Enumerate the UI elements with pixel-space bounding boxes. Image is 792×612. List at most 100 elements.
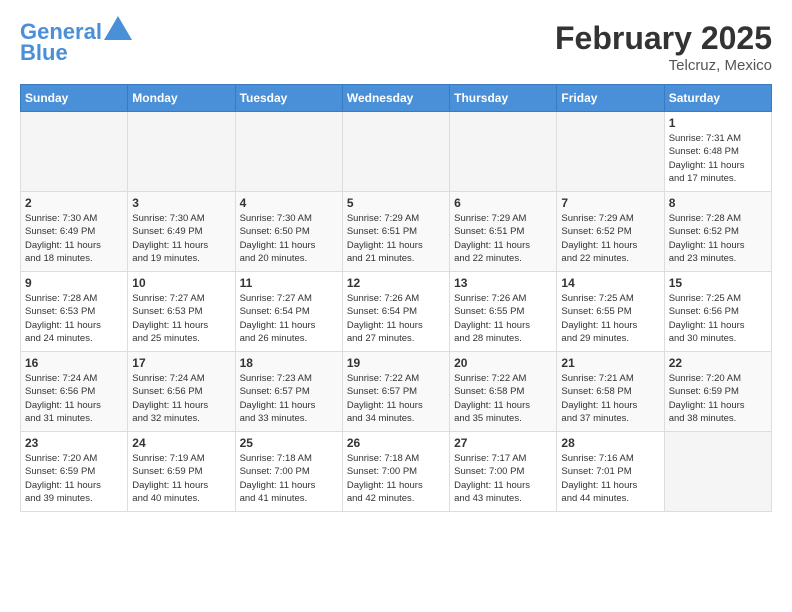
day-number: 20 [454,356,552,370]
calendar-cell: 12Sunrise: 7:26 AM Sunset: 6:54 PM Dayli… [342,272,449,352]
day-number: 5 [347,196,445,210]
calendar-week-row: 2 Sunrise: 7:30 AM Sunset: 6:49 PM Daylig… [21,192,772,272]
day-number: 19 [347,356,445,370]
calendar-cell [21,112,128,192]
day-number: 24 [132,436,230,450]
day-info: Sunrise: 7:29 AM Sunset: 6:52 PM Dayligh… [561,212,659,265]
day-info: Sunrise: 7:16 AM Sunset: 7:01 PM Dayligh… [561,452,659,505]
day-number: 27 [454,436,552,450]
calendar-cell: 7 Sunrise: 7:29 AM Sunset: 6:52 PM Daylig… [557,192,664,272]
calendar-cell: 10 Sunrise: 7:27 AM Sunset: 6:53 PM Dayli… [128,272,235,352]
day-number: 28 [561,436,659,450]
weekday-header-thursday: Thursday [450,85,557,112]
day-info: Sunrise: 7:27 AM Sunset: 6:54 PM Dayligh… [240,292,338,345]
day-info: Sunrise: 7:22 AM Sunset: 6:57 PM Dayligh… [347,372,445,425]
day-number: 4 [240,196,338,210]
day-number: 2 [25,196,123,210]
calendar-cell: 5 Sunrise: 7:29 AM Sunset: 6:51 PM Daylig… [342,192,449,272]
day-number: 12 [347,276,445,290]
calendar-cell: 27 Sunrise: 7:17 AM Sunset: 7:00 PM Dayli… [450,432,557,512]
day-number: 10 [132,276,230,290]
calendar-cell: 26 Sunrise: 7:18 AM Sunset: 7:00 PM Dayli… [342,432,449,512]
calendar-cell: 3 Sunrise: 7:30 AM Sunset: 6:49 PM Daylig… [128,192,235,272]
calendar-week-row: 9 Sunrise: 7:28 AM Sunset: 6:53 PM Daylig… [21,272,772,352]
day-number: 16 [25,356,123,370]
day-number: 23 [25,436,123,450]
calendar-cell: 1 Sunrise: 7:31 AM Sunset: 6:48 PM Daylig… [664,112,771,192]
day-info: Sunrise: 7:22 AM Sunset: 6:58 PM Dayligh… [454,372,552,425]
day-number: 15 [669,276,767,290]
calendar-cell: 11 Sunrise: 7:27 AM Sunset: 6:54 PM Dayli… [235,272,342,352]
calendar-cell [450,112,557,192]
calendar-cell: 17 Sunrise: 7:24 AM Sunset: 6:56 PM Dayli… [128,352,235,432]
calendar-cell: 2 Sunrise: 7:30 AM Sunset: 6:49 PM Daylig… [21,192,128,272]
calendar-cell: 19 Sunrise: 7:22 AM Sunset: 6:57 PM Dayli… [342,352,449,432]
day-info: Sunrise: 7:18 AM Sunset: 7:00 PM Dayligh… [347,452,445,505]
title-area: February 2025 Telcruz, Mexico [555,20,772,74]
day-number: 18 [240,356,338,370]
calendar-table: SundayMondayTuesdayWednesdayThursdayFrid… [20,84,772,512]
day-info: Sunrise: 7:23 AM Sunset: 6:57 PM Dayligh… [240,372,338,425]
calendar-cell: 20 Sunrise: 7:22 AM Sunset: 6:58 PM Dayli… [450,352,557,432]
logo: General Blue [20,20,132,66]
day-info: Sunrise: 7:28 AM Sunset: 6:53 PM Dayligh… [25,292,123,345]
day-info: Sunrise: 7:24 AM Sunset: 6:56 PM Dayligh… [25,372,123,425]
day-info: Sunrise: 7:28 AM Sunset: 6:52 PM Dayligh… [669,212,767,265]
day-info: Sunrise: 7:31 AM Sunset: 6:48 PM Dayligh… [669,132,767,185]
calendar-cell [342,112,449,192]
calendar-week-row: 16 Sunrise: 7:24 AM Sunset: 6:56 PM Dayli… [21,352,772,432]
weekday-header-sunday: Sunday [21,85,128,112]
calendar-cell: 8 Sunrise: 7:28 AM Sunset: 6:52 PM Daylig… [664,192,771,272]
day-number: 3 [132,196,230,210]
day-info: Sunrise: 7:21 AM Sunset: 6:58 PM Dayligh… [561,372,659,425]
day-info: Sunrise: 7:30 AM Sunset: 6:49 PM Dayligh… [132,212,230,265]
weekday-header-row: SundayMondayTuesdayWednesdayThursdayFrid… [21,85,772,112]
day-info: Sunrise: 7:19 AM Sunset: 6:59 PM Dayligh… [132,452,230,505]
weekday-header-wednesday: Wednesday [342,85,449,112]
weekday-header-saturday: Saturday [664,85,771,112]
calendar-cell: 13Sunrise: 7:26 AM Sunset: 6:55 PM Dayli… [450,272,557,352]
day-info: Sunrise: 7:24 AM Sunset: 6:56 PM Dayligh… [132,372,230,425]
weekday-header-friday: Friday [557,85,664,112]
day-info: Sunrise: 7:25 AM Sunset: 6:55 PM Dayligh… [561,292,659,345]
calendar-cell: 28 Sunrise: 7:16 AM Sunset: 7:01 PM Dayli… [557,432,664,512]
day-info: Sunrise: 7:29 AM Sunset: 6:51 PM Dayligh… [454,212,552,265]
month-title: February 2025 [555,20,772,57]
calendar-cell [128,112,235,192]
calendar-cell [664,432,771,512]
calendar-cell: 24 Sunrise: 7:19 AM Sunset: 6:59 PM Dayli… [128,432,235,512]
day-info: Sunrise: 7:18 AM Sunset: 7:00 PM Dayligh… [240,452,338,505]
day-info: Sunrise: 7:20 AM Sunset: 6:59 PM Dayligh… [25,452,123,505]
day-info: Sunrise: 7:25 AM Sunset: 6:56 PM Dayligh… [669,292,767,345]
day-info: Sunrise: 7:30 AM Sunset: 6:49 PM Dayligh… [25,212,123,265]
calendar-cell: 23 Sunrise: 7:20 AM Sunset: 6:59 PM Dayli… [21,432,128,512]
day-number: 26 [347,436,445,450]
day-number: 9 [25,276,123,290]
day-info: Sunrise: 7:27 AM Sunset: 6:53 PM Dayligh… [132,292,230,345]
logo-icon [104,16,132,40]
calendar-cell: 6 Sunrise: 7:29 AM Sunset: 6:51 PM Daylig… [450,192,557,272]
weekday-header-tuesday: Tuesday [235,85,342,112]
day-info: Sunrise: 7:20 AM Sunset: 6:59 PM Dayligh… [669,372,767,425]
page-header: General Blue February 2025 Telcruz, Mexi… [20,20,772,74]
day-number: 8 [669,196,767,210]
calendar-week-row: 1 Sunrise: 7:31 AM Sunset: 6:48 PM Daylig… [21,112,772,192]
calendar-cell [235,112,342,192]
location: Telcruz, Mexico [555,57,772,74]
day-number: 7 [561,196,659,210]
calendar-cell: 9 Sunrise: 7:28 AM Sunset: 6:53 PM Daylig… [21,272,128,352]
calendar-cell [557,112,664,192]
day-info: Sunrise: 7:17 AM Sunset: 7:00 PM Dayligh… [454,452,552,505]
day-number: 1 [669,116,767,130]
day-number: 17 [132,356,230,370]
calendar-cell: 14 Sunrise: 7:25 AM Sunset: 6:55 PM Dayli… [557,272,664,352]
day-info: Sunrise: 7:29 AM Sunset: 6:51 PM Dayligh… [347,212,445,265]
day-number: 21 [561,356,659,370]
weekday-header-monday: Monday [128,85,235,112]
calendar-cell: 18 Sunrise: 7:23 AM Sunset: 6:57 PM Dayli… [235,352,342,432]
day-number: 6 [454,196,552,210]
calendar-cell: 16 Sunrise: 7:24 AM Sunset: 6:56 PM Dayli… [21,352,128,432]
day-number: 11 [240,276,338,290]
calendar-cell: 15 Sunrise: 7:25 AM Sunset: 6:56 PM Dayli… [664,272,771,352]
day-number: 14 [561,276,659,290]
